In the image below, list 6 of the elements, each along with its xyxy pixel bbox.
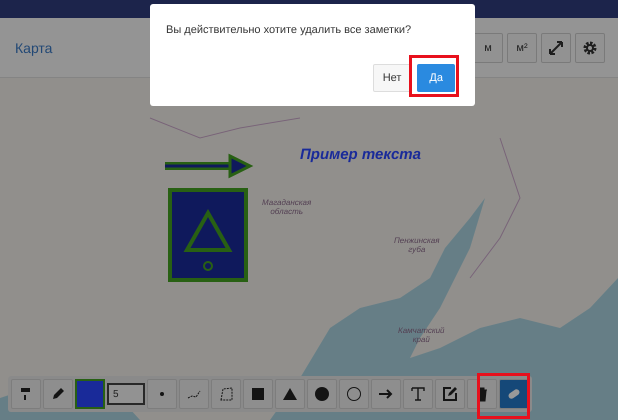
map-label: Пенжинская губа [394, 236, 440, 254]
map-label: Магаданская область [262, 198, 312, 216]
dialog-message: Вы действительно хотите удалить все заметки? [166, 24, 412, 36]
page-title: Карта [15, 40, 52, 56]
map-label: Камчатский край [398, 326, 444, 344]
text-annotation: Пример текста [300, 146, 421, 163]
